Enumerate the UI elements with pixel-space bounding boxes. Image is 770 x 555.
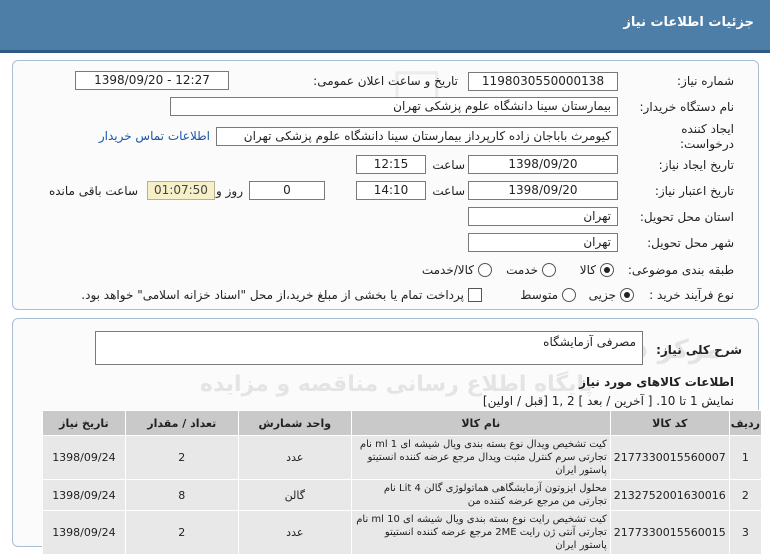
days-field: 0	[249, 181, 325, 200]
description-label: شرح کلی نیاز:	[656, 343, 742, 357]
col-unit-header: واحد شمارش	[237, 410, 352, 436]
days-label: روز و	[216, 184, 243, 198]
creator-label-2: درخواست:	[680, 137, 734, 151]
goods-table: ردیف کد کالا نام کالا واحد شمارش تعداد /…	[42, 410, 763, 555]
contact-buyer-link[interactable]: اطلاعات تماس خریدار	[99, 129, 210, 143]
table-header-row: ردیف کد کالا نام کالا واحد شمارش تعداد /…	[42, 410, 763, 436]
create-time-label: ساعت	[432, 158, 465, 172]
radio-medium[interactable]	[562, 288, 576, 302]
cell-date: 1398/09/24	[42, 479, 126, 511]
need-number-field: 1198030550000138	[468, 72, 618, 91]
radio-service-label: خدمت	[506, 263, 538, 277]
goods-title: اطلاعات کالاهای مورد نیاز	[579, 375, 734, 389]
province-label: استان محل تحویل:	[639, 210, 734, 224]
announce-label: تاریخ و ساعت اعلان عمومی:	[313, 74, 458, 88]
create-date-field: 1398/09/20	[468, 155, 618, 174]
province-field: تهران	[468, 207, 618, 226]
radio-partial[interactable]	[620, 288, 634, 302]
remaining-label: ساعت باقی مانده	[48, 184, 138, 198]
col-name-header: نام کالا	[350, 410, 611, 436]
cell-row: 1	[728, 435, 763, 480]
validity-date-field: 1398/09/20	[468, 181, 618, 200]
buyer-field: بیمارستان سینا دانشگاه علوم پزشکی تهران	[170, 97, 618, 116]
cell-code: 2177330015560015	[609, 510, 730, 555]
cell-qty: 2	[124, 510, 239, 555]
buyer-label: نام دستگاه خریدار:	[639, 100, 735, 114]
validity-label: تاریخ اعتبار نیاز:	[654, 184, 734, 198]
cell-code: 2132752001630016	[609, 479, 730, 511]
cell-date: 1398/09/24	[42, 435, 126, 480]
category-label: طبقه بندی موضوعی:	[627, 263, 734, 277]
create-date-label: تاریخ ایجاد نیاز:	[658, 158, 734, 172]
announce-field: 1398/09/20 - 12:27	[75, 71, 229, 90]
col-row-header: ردیف	[728, 410, 763, 436]
validity-time-field: 14:10	[356, 181, 426, 200]
radio-goods-service-label: کالا/خدمت	[421, 263, 474, 277]
cell-qty: 2	[124, 435, 239, 480]
cell-qty: 8	[124, 479, 239, 511]
table-row[interactable]: 1 2177330015560007 کیت تشخیص ویدال نوع ب…	[42, 435, 763, 480]
remaining-time-field: 01:07:50	[147, 181, 215, 200]
description-field: مصرفی آزمایشگاه	[95, 331, 643, 365]
city-label: شهر محل تحویل:	[647, 236, 734, 250]
process-label: نوع فرآیند خرید :	[649, 288, 734, 302]
table-row[interactable]: 2 2132752001630016 محلول ایزوتون آزمایشگ…	[42, 479, 763, 511]
city-field: تهران	[468, 233, 618, 252]
payment-note: پرداخت تمام یا بخشی از مبلغ خرید،از محل …	[81, 288, 464, 302]
page-title: جزئیات اطلاعات نیاز	[623, 15, 754, 30]
cell-name: کیت تشخیص ویدال نوع بسته بندی ویال شیشه …	[350, 435, 611, 480]
radio-goods-label: کالا	[579, 263, 596, 277]
cell-name: محلول ایزوتون آزمایشگاهی هماتولوژی گالن …	[350, 479, 611, 511]
treasury-checkbox[interactable]	[468, 288, 482, 302]
radio-medium-label: متوسط	[520, 288, 558, 302]
create-time-field: 12:15	[356, 155, 426, 174]
header-bar: جزئیات اطلاعات نیاز	[0, 0, 770, 53]
need-number-label: شماره نیاز:	[677, 74, 734, 88]
creator-label: ایجاد کننده	[681, 122, 734, 136]
paging-controls[interactable]: نمایش 1 تا 10. [ آخرین / بعد ] 2 ,1 [قبل…	[483, 394, 734, 408]
table-row[interactable]: 3 2177330015560015 کیت تشخیص رایت نوع بس…	[42, 510, 763, 555]
cell-row: 2	[728, 479, 763, 511]
radio-partial-label: جزیی	[588, 288, 616, 302]
creator-field: کیومرث باباجان زاده کارپرداز بیمارستان س…	[216, 127, 618, 146]
validity-time-label: ساعت	[432, 184, 465, 198]
cell-unit: گالن	[237, 479, 352, 511]
cell-name: کیت تشخیص رایت نوع بسته بندی ویال شیشه ا…	[350, 510, 611, 555]
radio-service[interactable]	[542, 263, 556, 277]
radio-goods[interactable]	[600, 263, 614, 277]
cell-unit: عدد	[237, 435, 352, 480]
radio-goods-service[interactable]	[478, 263, 492, 277]
col-code-header: کد کالا	[609, 410, 730, 436]
cell-unit: عدد	[237, 510, 352, 555]
col-qty-header: تعداد / مقدار	[124, 410, 239, 436]
cell-date: 1398/09/24	[42, 510, 126, 555]
cell-row: 3	[728, 510, 763, 555]
cell-code: 2177330015560007	[609, 435, 730, 480]
col-date-header: تاریخ نیاز	[42, 410, 126, 436]
